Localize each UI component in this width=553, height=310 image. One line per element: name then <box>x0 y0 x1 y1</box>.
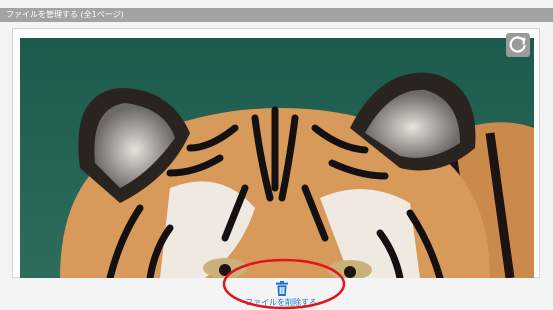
file-preview-image <box>20 38 534 278</box>
delete-file-button[interactable]: ファイルを削除する <box>236 280 326 308</box>
rotate-button[interactable] <box>506 33 530 57</box>
tiger-photo <box>20 38 534 278</box>
rotate-icon <box>509 36 526 53</box>
page-header-title: ファイルを管理する (全1ページ) <box>6 10 124 19</box>
delete-file-label: ファイルを削除する <box>245 298 317 307</box>
trash-icon <box>276 281 288 296</box>
page-header: ファイルを管理する (全1ページ) <box>0 8 553 22</box>
